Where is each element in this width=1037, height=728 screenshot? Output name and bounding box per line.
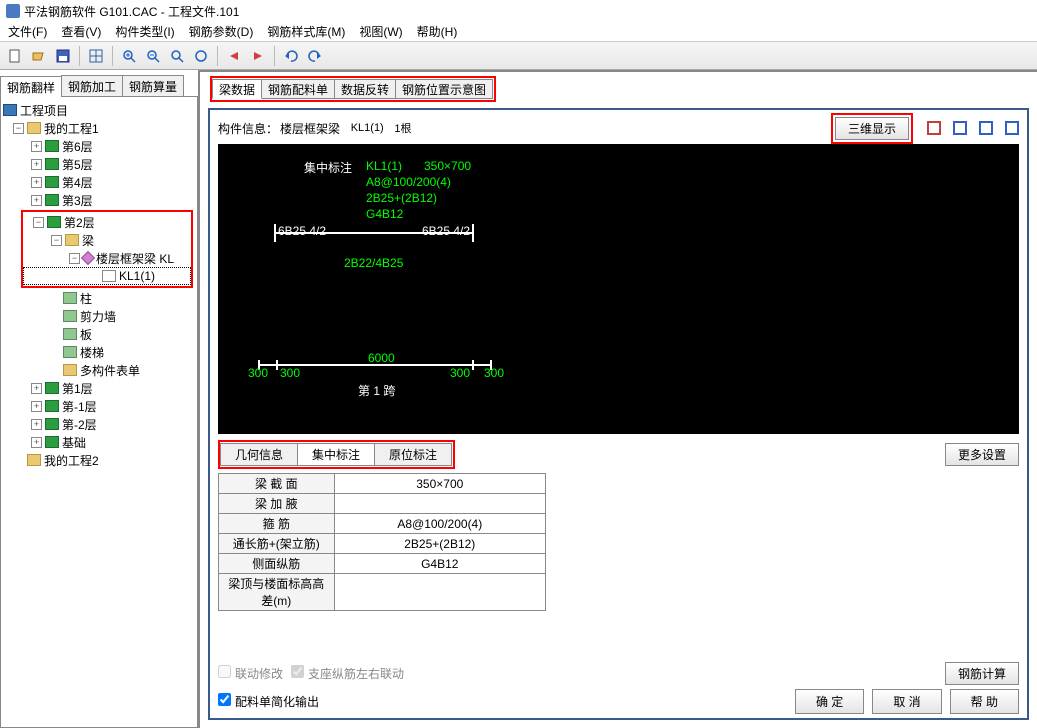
tab-geometry[interactable]: 几何信息 (220, 443, 298, 466)
tab-rebar-processing[interactable]: 钢筋加工 (61, 75, 123, 96)
zoom-region-icon[interactable] (166, 45, 188, 67)
new-icon[interactable] (4, 45, 26, 67)
menu-viewport[interactable]: 视图(W) (359, 23, 402, 40)
tab-beam-data[interactable]: 梁数据 (212, 79, 262, 99)
menu-rebar-params[interactable]: 钢筋参数(D) (189, 23, 254, 40)
dim-300c: 300 (450, 366, 470, 380)
menu-rebar-styles[interactable]: 钢筋样式库(M) (267, 23, 345, 40)
3d-button-highlight: 三维显示 (831, 113, 913, 144)
left-panel: 钢筋翻样 钢筋加工 钢筋算量 工程项目 −我的工程1 +第6层 +第5层 +第4… (0, 70, 200, 728)
tree-beam-category[interactable]: −梁 (23, 231, 191, 249)
menu-file[interactable]: 文件(F) (8, 23, 47, 40)
table-row: 箍 筋A8@100/200(4) (219, 514, 546, 534)
tree-stair[interactable]: 楼梯 (3, 343, 195, 361)
undo-icon[interactable] (280, 45, 302, 67)
tree-multi-form[interactable]: 多构件表单 (3, 361, 195, 379)
tab-rebar-list[interactable]: 钢筋配料单 (261, 79, 335, 99)
window-title: 平法钢筋软件 G101.CAC - 工程文件.101 (24, 3, 239, 20)
tree-floor-2[interactable]: +第-2层 (3, 415, 195, 433)
open-icon[interactable] (28, 45, 50, 67)
mid-tabs-highlight: 几何信息 集中标注 原位标注 (218, 440, 455, 469)
app-icon (6, 4, 20, 18)
tree-column[interactable]: 柱 (3, 289, 195, 307)
label-size: 350×700 (424, 159, 471, 173)
drawing-canvas[interactable]: 集中标注 KL1(1) 350×700 A8@100/200(4) 2B25+(… (218, 144, 1019, 434)
label-right-support: 6B25 4/2 (422, 224, 470, 238)
dim-300d: 300 (484, 366, 504, 380)
tree-foundation[interactable]: +基础 (3, 433, 195, 451)
menu-help[interactable]: 帮助(H) (417, 23, 458, 40)
project-tree[interactable]: 工程项目 −我的工程1 +第6层 +第5层 +第4层 +第3层 −第2层 −梁 … (0, 96, 198, 728)
dim-300b: 300 (280, 366, 300, 380)
tree-floor5[interactable]: +第5层 (3, 155, 195, 173)
ok-button[interactable]: 确 定 (795, 689, 864, 714)
tree-slab[interactable]: 板 (3, 325, 195, 343)
marker-blue-icon[interactable] (953, 121, 967, 135)
cancel-button[interactable]: 取 消 (872, 689, 941, 714)
tree-project1[interactable]: −我的工程1 (3, 119, 195, 137)
component-info: 构件信息： 楼层框架梁 KL1(1) 1根 (218, 120, 412, 137)
chk-simple-output[interactable]: 配料单简化输出 (218, 693, 319, 710)
menu-component[interactable]: 构件类型(I) (115, 23, 174, 40)
save-icon[interactable] (52, 45, 74, 67)
more-settings-button[interactable]: 更多设置 (945, 443, 1019, 466)
tree-floor-1[interactable]: +第-1层 (3, 397, 195, 415)
title-bar: 平法钢筋软件 G101.CAC - 工程文件.101 (0, 0, 1037, 22)
grid-icon[interactable] (85, 45, 107, 67)
rebar-calc-button[interactable]: 钢筋计算 (945, 662, 1019, 685)
arrow-right-icon[interactable] (247, 45, 269, 67)
zoom-in-icon[interactable] (118, 45, 140, 67)
tree-beam-kl1[interactable]: KL1(1) (23, 267, 191, 285)
right-panel: 梁数据 钢筋配料单 数据反转 钢筋位置示意图 构件信息： 楼层框架梁 KL1(1… (200, 70, 1037, 728)
toolbar (0, 42, 1037, 70)
tree-floor4[interactable]: +第4层 (3, 173, 195, 191)
zoom-fit-icon[interactable] (190, 45, 212, 67)
marker-blue3-icon[interactable] (1005, 121, 1019, 135)
arrow-left-icon[interactable] (223, 45, 245, 67)
tree-floor2[interactable]: −第2层 (23, 213, 191, 231)
table-row: 侧面纵筋G4B12 (219, 554, 546, 574)
tab-concentrated-annotation[interactable]: 集中标注 (297, 443, 375, 466)
marker-red-icon[interactable] (927, 121, 941, 135)
content-box: 构件信息： 楼层框架梁 KL1(1) 1根 三维显示 (208, 108, 1029, 720)
label-jzbz: 集中标注 (304, 159, 352, 176)
tab-rebar-diagram[interactable]: 钢筋位置示意图 (395, 79, 493, 99)
data-tabs-highlight: 梁数据 钢筋配料单 数据反转 钢筋位置示意图 (210, 76, 496, 102)
table-row: 梁顶与楼面标高高差(m) (219, 574, 546, 611)
tree-project2[interactable]: 我的工程2 (3, 451, 195, 469)
tree-root[interactable]: 工程项目 (3, 101, 195, 119)
label-beam-code: KL1(1) (366, 159, 402, 173)
label-left-support: 6B25 4/2 (278, 224, 326, 238)
tab-data-reverse[interactable]: 数据反转 (334, 79, 396, 99)
3d-view-button[interactable]: 三维显示 (835, 117, 909, 140)
help-button[interactable]: 帮 助 (950, 689, 1019, 714)
label-stirrup: A8@100/200(4) (366, 175, 451, 189)
label-siderebar: G4B12 (366, 207, 403, 221)
property-table: 梁 截 面350×700 梁 加 腋 箍 筋A8@100/200(4) 通长筋+… (218, 473, 546, 611)
tree-floor3[interactable]: +第3层 (3, 191, 195, 209)
label-toprebar: 2B25+(2B12) (366, 191, 437, 205)
tab-rebar-detailing[interactable]: 钢筋翻样 (0, 76, 62, 97)
label-bottom-rebar: 2B22/4B25 (344, 256, 403, 270)
table-row: 通长筋+(架立筋)2B25+(2B12) (219, 534, 546, 554)
zoom-out-icon[interactable] (142, 45, 164, 67)
label-span-length: 6000 (368, 351, 395, 365)
tree-floor1[interactable]: +第1层 (3, 379, 195, 397)
redo-icon[interactable] (304, 45, 326, 67)
left-tabs: 钢筋翻样 钢筋加工 钢筋算量 (0, 75, 198, 97)
dim-300a: 300 (248, 366, 268, 380)
tree-shearwall[interactable]: 剪力墙 (3, 307, 195, 325)
menu-view[interactable]: 查看(V) (61, 23, 101, 40)
tab-rebar-quantity[interactable]: 钢筋算量 (122, 75, 184, 96)
tree-beam-type[interactable]: −楼层框架梁 KL (23, 249, 191, 267)
label-span-name: 第 1 跨 (358, 382, 395, 399)
chk-support-link: 支座纵筋左右联动 (291, 665, 404, 682)
tree-floor6[interactable]: +第6层 (3, 137, 195, 155)
menu-bar: 文件(F) 查看(V) 构件类型(I) 钢筋参数(D) 钢筋样式库(M) 视图(… (0, 22, 1037, 42)
tab-inplace-annotation[interactable]: 原位标注 (374, 443, 452, 466)
marker-blue2-icon[interactable] (979, 121, 993, 135)
chk-link-edit: 联动修改 (218, 665, 283, 682)
table-row: 梁 截 面350×700 (219, 474, 546, 494)
table-row: 梁 加 腋 (219, 494, 546, 514)
